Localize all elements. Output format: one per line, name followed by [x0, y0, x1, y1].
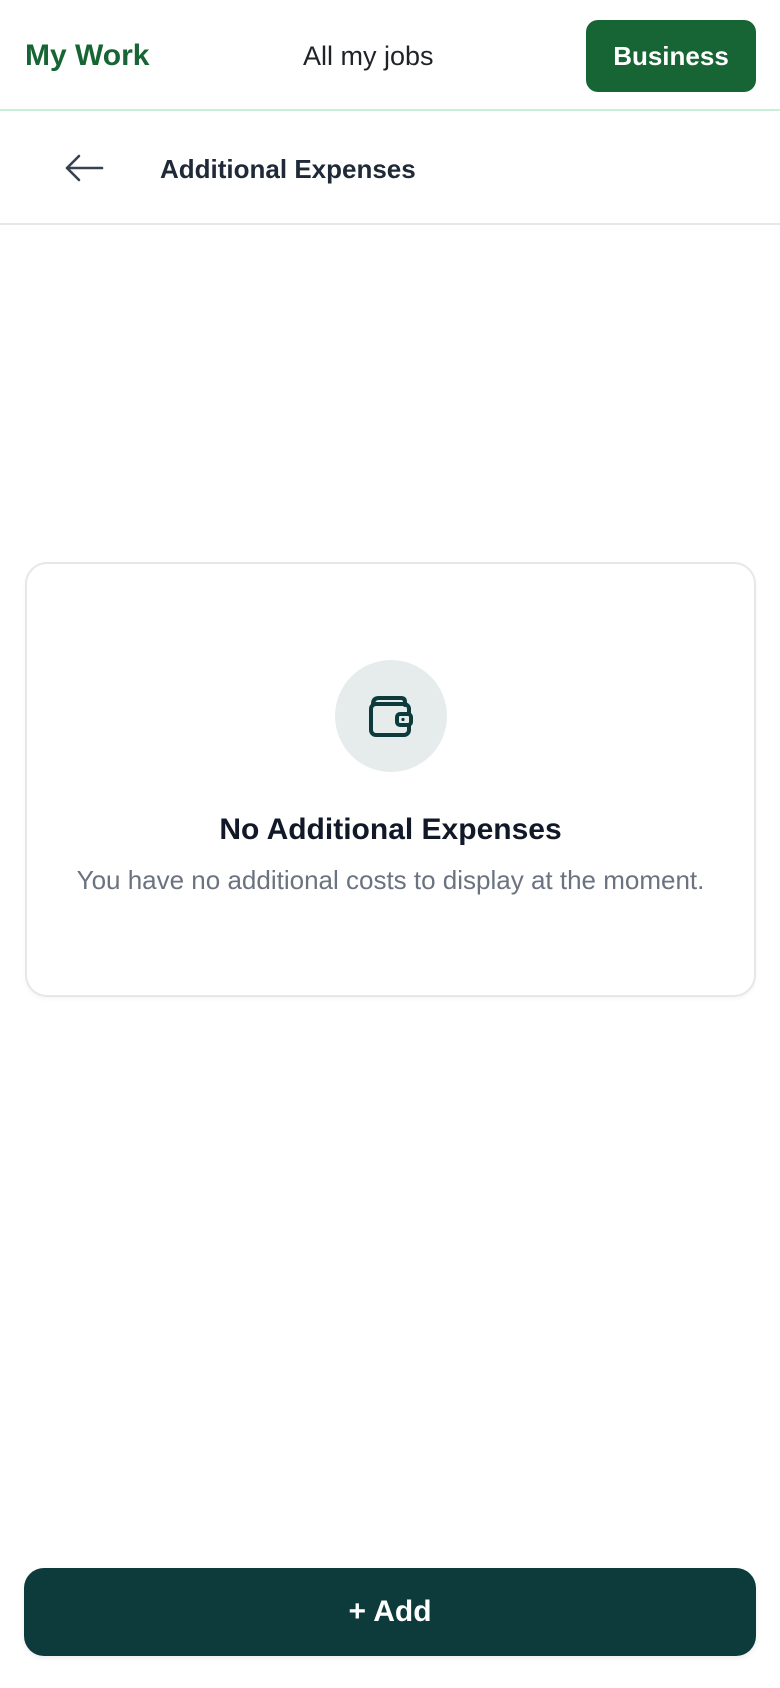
empty-state-description: You have no additional costs to display …	[76, 865, 705, 895]
wallet-icon	[369, 696, 413, 737]
app-screen: My Work All my jobs Business Additional …	[0, 0, 780, 1688]
page-header: Additional Expenses	[0, 113, 780, 225]
empty-state-card: No Additional Expenses You have no addit…	[25, 562, 756, 997]
business-button[interactable]: Business	[586, 20, 756, 92]
back-button[interactable]	[56, 143, 112, 193]
empty-state-icon-badge	[335, 660, 447, 772]
add-expense-button[interactable]: + Add	[24, 1568, 756, 1656]
brand-link[interactable]: My Work	[25, 36, 149, 76]
nav-link-all-my-jobs[interactable]: All my jobs	[303, 37, 434, 75]
arrow-left-icon	[65, 154, 104, 182]
page-title: Additional Expenses	[160, 154, 416, 184]
empty-state-title: No Additional Expenses	[219, 813, 562, 846]
top-navigation: My Work All my jobs Business	[0, 0, 780, 111]
